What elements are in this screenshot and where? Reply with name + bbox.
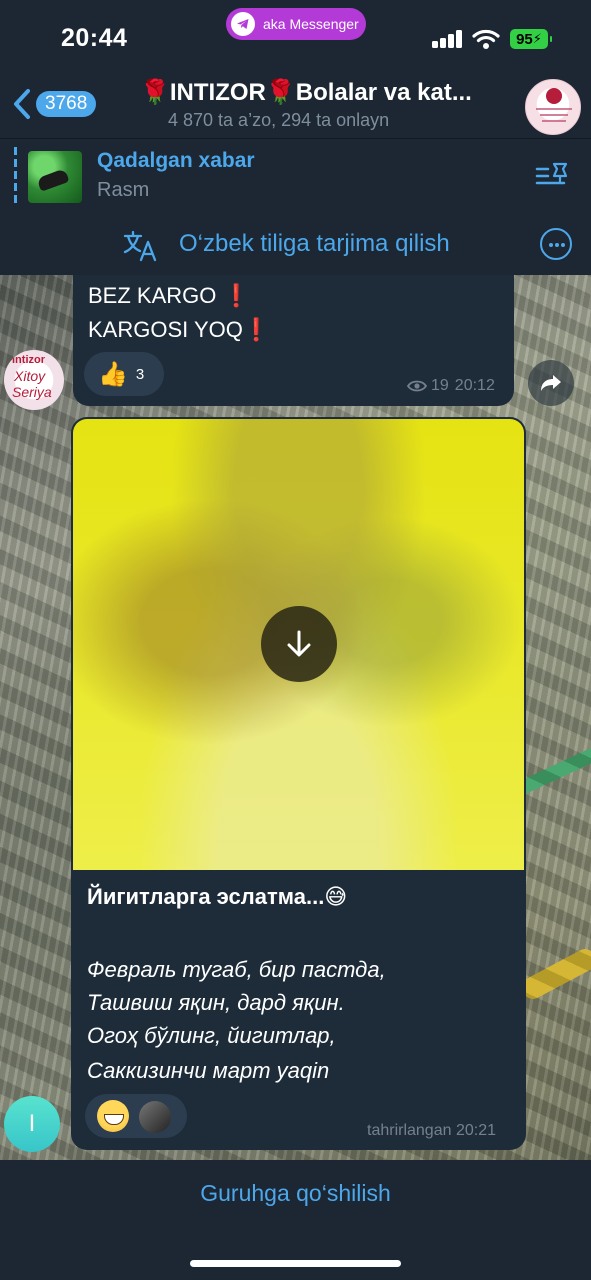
battery-level: 95 — [516, 30, 533, 48]
download-button[interactable] — [261, 606, 337, 682]
back-chevron-icon — [14, 89, 30, 119]
message-photo[interactable] — [73, 419, 524, 870]
home-indicator — [190, 1260, 401, 1267]
sender-avatar-text: Intizor — [12, 354, 45, 366]
translate-bar[interactable]: O‘zbek tiligа tarjima qilish — [0, 214, 591, 275]
message-bubble[interactable]: BEZ KARGO ❗ KARGOSI YOQ❗ 👍 3 19 20:12 — [73, 275, 514, 406]
caption-line: Февраль тугаб, бир пастда, — [87, 957, 386, 982]
grinning-emoji-icon — [97, 1100, 129, 1132]
share-icon — [541, 375, 561, 391]
wifi-icon — [472, 28, 500, 55]
bottom-bar: Guruhga qo‘shilish — [0, 1160, 591, 1280]
sender-avatar-text: Seriya — [12, 384, 52, 400]
sender-avatar-text: Xitoy — [14, 368, 46, 384]
caption-line: Саккизинчи март yaqin — [87, 1058, 330, 1083]
pin-list-icon — [535, 162, 568, 185]
message-meta: 19 20:12 — [407, 377, 495, 395]
view-count: 19 — [431, 377, 449, 394]
cellular-signal-icon — [432, 30, 464, 48]
messenger-pill[interactable]: aka Messenger — [226, 8, 366, 40]
chat-title[interactable]: 🌹INTIZOR🌹Bolalar va kat... — [140, 78, 500, 107]
rose-icon — [546, 88, 562, 104]
reaction-count: 3 — [135, 365, 145, 383]
join-group-button[interactable]: Guruhga qo‘shilish — [0, 1180, 591, 1207]
reaction-chip[interactable] — [85, 1094, 187, 1138]
pinned-title: Qadalgan xabar — [97, 149, 255, 172]
back-button[interactable] — [8, 87, 38, 121]
eye-icon — [407, 380, 427, 392]
share-button[interactable] — [528, 360, 574, 406]
pin-list-button[interactable] — [534, 161, 570, 196]
chat-header: 3768 🌹INTIZOR🌹Bolalar va kat... 4 870 ta… — [0, 75, 591, 138]
caption-line: Ташвиш яқин, дард яқин. — [87, 990, 345, 1015]
sender-avatar[interactable]: Intizor Xitoy Seriya — [4, 350, 64, 410]
pinned-indicator — [14, 147, 17, 207]
message-bubble[interactable]: Йигитларга эслатма...😅 Февраль тугаб, би… — [71, 417, 526, 1150]
pinned-message-bar[interactable]: Qadalgan xabar Rasm — [0, 138, 591, 216]
pinned-subtitle: Rasm — [97, 179, 150, 201]
edited-time: tahrirlangan 20:21 — [367, 1122, 496, 1139]
sender-avatar[interactable]: I — [4, 1096, 60, 1152]
messenger-pill-label: aka Messenger — [263, 16, 359, 32]
caption-line: Огоҳ бўлинг, йигитлар, — [87, 1023, 336, 1048]
unread-badge[interactable]: 3768 — [36, 91, 97, 117]
wallpaper-band — [518, 945, 591, 1003]
group-avatar[interactable] — [525, 79, 581, 135]
battery-indicator: 95 ⚡ — [510, 29, 552, 49]
pinned-thumbnail — [28, 151, 82, 203]
reaction-chip[interactable]: 👍 3 — [84, 352, 164, 396]
telegram-icon — [231, 12, 255, 36]
chat-subtitle: 4 870 ta a’zo, 294 ta onlayn — [168, 110, 390, 130]
message-line: KARGOSI YOQ❗ — [88, 317, 271, 342]
exclamation-icon: ❗ — [242, 317, 271, 342]
status-bar: 20:44 aka Messenger 95 ⚡ — [0, 0, 591, 75]
message-time: 20:12 — [454, 377, 495, 394]
sender-avatar-letter: I — [28, 1110, 36, 1137]
thumbs-up-icon: 👍 — [98, 360, 128, 388]
more-icon — [549, 243, 553, 247]
reactor-avatar — [139, 1101, 171, 1133]
exclamation-icon: ❗ — [222, 283, 250, 308]
download-icon — [287, 630, 311, 657]
status-time: 20:44 — [61, 24, 128, 52]
translate-label[interactable]: O‘zbek tiligа tarjima qilish — [179, 230, 450, 258]
translate-icon — [122, 228, 158, 267]
message-line: BEZ KARGO ❗ — [88, 283, 250, 308]
caption-title: Йигитларга эслатма...😅 — [87, 884, 348, 909]
more-button[interactable] — [540, 228, 572, 260]
